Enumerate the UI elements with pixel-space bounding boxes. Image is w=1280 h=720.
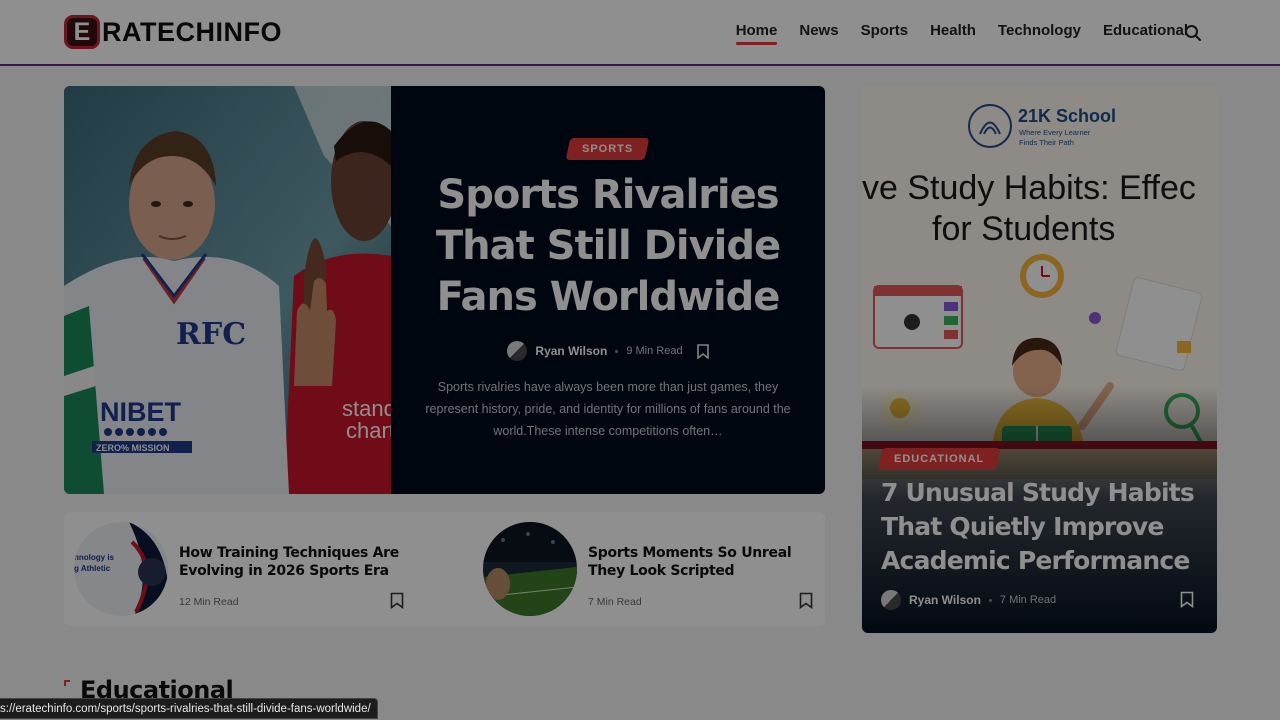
hero-sponsor-right-2: chart	[346, 418, 391, 443]
author-name[interactable]: Ryan Wilson	[535, 344, 607, 358]
category-badge-label: SPORTS	[582, 143, 634, 155]
hero-excerpt: Sports rivalries have always been more t…	[425, 380, 791, 438]
nav-home[interactable]: Home	[735, 22, 777, 45]
author-avatar	[507, 341, 528, 361]
image-heading-2: for Students	[932, 210, 1115, 248]
article-thumbnail[interactable]: hnology is g Athletic	[74, 522, 168, 616]
bookmark-icon[interactable]	[390, 592, 404, 609]
hero-meta: Ryan Wilson 9 Min Read	[391, 341, 825, 361]
school-name: 21K School	[1018, 106, 1116, 126]
author-name[interactable]: Ryan Wilson	[909, 593, 981, 607]
bookmark-icon[interactable]	[1180, 591, 1194, 608]
bookmark-icon[interactable]	[799, 592, 813, 609]
school-tagline-2: Finds Their Path	[1019, 138, 1074, 147]
meta-separator	[988, 598, 992, 602]
article-title[interactable]: Sports Moments So Unreal They Look Scrip…	[588, 544, 808, 580]
nav-educational[interactable]: Educational	[1103, 22, 1188, 45]
logo-mark: E	[64, 15, 100, 49]
nav-health[interactable]: Health	[930, 22, 976, 45]
bookmark-icon[interactable]	[696, 343, 709, 359]
svg-text:g Athletic: g Athletic	[74, 564, 111, 573]
hero-sponsor-left: NIBET	[100, 397, 182, 427]
nav-news[interactable]: News	[799, 22, 838, 45]
hero-content: SPORTS Sports Rivalries That Still Divid…	[391, 86, 825, 494]
read-time: 9 Min Read	[626, 345, 683, 357]
svg-text:hnology is: hnology is	[74, 553, 115, 562]
list-item[interactable]: hnology is g Athletic How Training Techn…	[64, 522, 404, 616]
category-badge-label: EDUCATIONAL	[894, 453, 985, 465]
hero-image[interactable]: RFC NIBET ZERO% MISSION stand chart	[64, 86, 391, 494]
category-badge[interactable]: EDUCATIONAL	[877, 448, 1001, 470]
author-avatar	[881, 590, 901, 610]
meta-separator	[615, 349, 619, 353]
feature-title[interactable]: 7 Unusual Study Habits That Quietly Impr…	[881, 476, 1201, 578]
logo-text: RATECHINFO	[102, 16, 282, 47]
svg-text:RFC: RFC	[176, 317, 246, 352]
feature-article[interactable]: 21K School Where Every Learner Finds The…	[862, 86, 1217, 633]
site-logo[interactable]: E RATECHINFO	[64, 15, 282, 49]
read-time: 7 Min Read	[588, 596, 642, 608]
image-heading-1: ve Study Habits: Effec	[862, 169, 1196, 207]
hero-article[interactable]: RFC NIBET ZERO% MISSION stand chart SPOR…	[64, 86, 825, 494]
article-title[interactable]: How Training Techniques Are Evolving in …	[179, 544, 399, 580]
section-marker	[64, 680, 70, 686]
search-icon[interactable]	[1184, 24, 1202, 42]
feature-meta: Ryan Wilson 7 Min Read	[881, 590, 1056, 610]
hero-title[interactable]: Sports Rivalries That Still Divide Fans …	[421, 170, 795, 323]
hero-sponsor-left-sub: ZERO% MISSION	[96, 443, 170, 453]
read-time: 12 Min Read	[179, 596, 239, 608]
main-nav: Home News Sports Health Technology Educa…	[735, 22, 1188, 45]
small-articles: hnology is g Athletic How Training Techn…	[64, 512, 825, 626]
list-item[interactable]: Sports Moments So Unreal They Look Scrip…	[473, 522, 813, 616]
link-status-bar: s://eratechinfo.com/sports/sports-rivalr…	[0, 698, 378, 719]
school-tagline-1: Where Every Learner	[1019, 128, 1091, 137]
site-header: E RATECHINFO Home News Sports Health Tec…	[0, 0, 1280, 66]
article-thumbnail[interactable]	[483, 522, 577, 616]
nav-sports[interactable]: Sports	[861, 22, 909, 45]
read-time: 7 Min Read	[999, 594, 1057, 606]
category-badge[interactable]: SPORTS	[566, 138, 650, 160]
nav-technology[interactable]: Technology	[998, 22, 1081, 45]
